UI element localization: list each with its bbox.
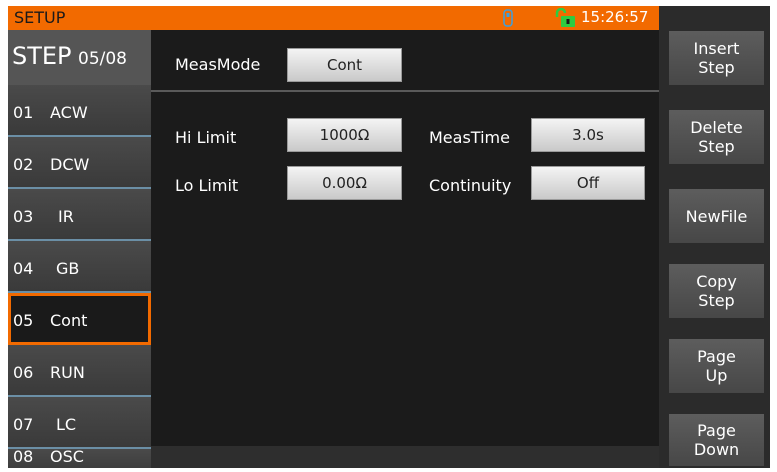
step-number: 03 [13, 207, 34, 226]
copy-step-button[interactable]: Copy Step [669, 264, 764, 318]
step-number: 05 [13, 311, 34, 330]
delete-step-button[interactable]: Delete Step [669, 110, 764, 164]
insert-step-button[interactable]: Insert Step [669, 31, 764, 85]
step-number: 02 [13, 155, 34, 174]
softkey-line2: Down [693, 440, 740, 459]
step-number: 04 [13, 259, 34, 278]
softkey-column: Insert Step Delete Step NewFile Copy Step P… [659, 6, 770, 468]
softkey-line1: Insert [693, 39, 740, 58]
step-header: STEP 05/08 [8, 30, 151, 85]
continuity-field[interactable]: Off [531, 166, 645, 200]
step-number: 06 [13, 363, 34, 382]
softkey-line2: Step [698, 137, 735, 156]
step-number: 07 [13, 415, 34, 434]
step-name: LC [56, 415, 77, 434]
meas-time-label: MeasTime [429, 128, 510, 147]
meas-mode-button[interactable]: Cont [287, 48, 402, 82]
divider [151, 90, 659, 92]
main-content: MeasMode Cont Hi Limit 1000Ω MeasTime 3.… [151, 30, 659, 468]
new-file-button[interactable]: NewFile [669, 189, 764, 243]
hi-limit-field[interactable]: 1000Ω [287, 118, 402, 152]
softkey-line2: Up [705, 366, 728, 385]
softkey-line2: Step [698, 291, 735, 310]
meas-mode-label: MeasMode [175, 55, 261, 74]
top-status-bar: SETUP 15:26:57 [8, 6, 659, 30]
page-down-button[interactable]: Page Down [669, 414, 764, 466]
hi-limit-label: Hi Limit [175, 128, 237, 147]
usb-icon [503, 9, 513, 31]
step-item-acw[interactable]: 01 ACW [8, 85, 151, 137]
lo-limit-label: Lo Limit [175, 176, 239, 195]
softkey-line1: NewFile [685, 206, 748, 226]
softkey-line1: Delete [690, 118, 743, 137]
step-number: 08 [13, 447, 34, 466]
meas-time-field[interactable]: 3.0s [531, 118, 645, 152]
softkey-line1: Copy [696, 272, 737, 291]
step-name: DCW [50, 155, 90, 174]
step-item-gb[interactable]: 04 GB [8, 241, 151, 293]
lo-limit-field[interactable]: 0.00Ω [287, 166, 402, 200]
softkey-line2: Step [698, 58, 735, 77]
screen-title: SETUP [14, 8, 66, 27]
step-label: STEP [12, 42, 72, 70]
step-item-dcw[interactable]: 02 DCW [8, 137, 151, 189]
step-position: 05/08 [78, 49, 127, 69]
step-item-ir[interactable]: 03 IR [8, 189, 151, 241]
step-name: GB [56, 259, 80, 278]
step-name: Cont [50, 311, 88, 330]
step-name: IR [58, 207, 74, 226]
clock-time: 15:26:57 [581, 8, 649, 26]
step-item-cont[interactable]: 05 Cont [8, 293, 151, 345]
instrument-screen: SETUP 15:26:57 STEP 05/08 01 ACW 02 DCW … [8, 6, 770, 468]
softkey-line1: Page [697, 421, 736, 440]
step-item-osc[interactable]: 08 OSC [8, 447, 151, 468]
step-name: ACW [50, 103, 88, 122]
step-number: 01 [13, 103, 34, 122]
step-name: OSC [50, 447, 84, 466]
unlock-icon [554, 7, 576, 32]
step-item-run[interactable]: 06 RUN [8, 345, 151, 397]
page-up-button[interactable]: Page Up [669, 339, 764, 393]
bottom-strip [151, 446, 659, 468]
step-item-lc[interactable]: 07 LC [8, 397, 151, 449]
softkey-line1: Page [697, 347, 736, 366]
continuity-label: Continuity [429, 176, 512, 195]
step-name: RUN [50, 363, 85, 382]
